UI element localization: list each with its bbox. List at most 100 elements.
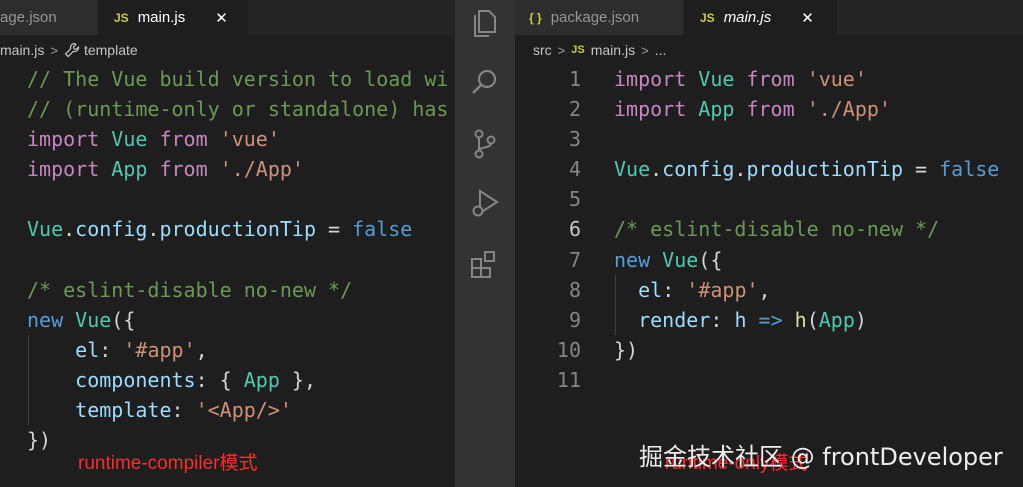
code-token: = [903, 157, 940, 182]
code-token: el [75, 337, 100, 362]
close-icon[interactable]: ✕ [801, 9, 814, 27]
code-token: 'vue' [219, 127, 280, 152]
breadcrumb-item-symbol[interactable]: template [84, 42, 138, 58]
code-token: components [75, 367, 196, 392]
code-line[interactable]: render: h => h(App) [614, 305, 1023, 335]
right-tab-bar: { } package.json JS main.js ✕ [515, 0, 1023, 35]
code-token: import [27, 157, 100, 182]
code-token: => [758, 307, 783, 332]
code-token: // (runtime-only or standalone) has [27, 97, 449, 122]
code-token: from [159, 127, 208, 152]
annotation-label: runtime-compiler模式 [78, 453, 258, 474]
code-token: Vue [75, 307, 112, 332]
js-file-icon: JS [114, 10, 129, 25]
code-token: App [818, 307, 855, 332]
code-editor[interactable]: // The Vue build version to load wi // (r… [0, 64, 455, 455]
code-line[interactable]: // The Vue build version to load wi [27, 64, 455, 94]
code-token: productionTip [159, 217, 317, 242]
code-line[interactable]: // (runtime-only or standalone) has [27, 94, 455, 124]
code-line[interactable]: import App from './App' [27, 154, 455, 184]
code-line[interactable] [614, 184, 1023, 214]
source-control-icon[interactable] [467, 126, 503, 162]
code-token: }) [27, 428, 52, 453]
breadcrumb-item-more[interactable]: ... [655, 42, 667, 58]
code-line[interactable] [27, 245, 455, 275]
json-file-icon: { } [529, 10, 542, 25]
code-token: new [27, 307, 64, 332]
code-line[interactable] [27, 184, 455, 214]
code-line[interactable] [614, 124, 1023, 154]
files-icon[interactable] [467, 4, 503, 40]
search-icon[interactable] [467, 64, 503, 100]
code-line[interactable]: import App from './App' [614, 94, 1023, 124]
activity-bar [455, 0, 515, 487]
wrench-icon [64, 42, 80, 58]
code-token: : [662, 277, 687, 302]
right-editor-pane: { } package.json JS main.js ✕ src > JS m… [515, 0, 1023, 487]
code-line[interactable]: new Vue({ [614, 245, 1023, 275]
tab-package-json[interactable]: { } package.json [515, 0, 683, 35]
breadcrumb-item-folder[interactable]: src [533, 42, 552, 58]
code-token: import [614, 67, 687, 91]
code-token: Vue [111, 127, 148, 152]
close-icon[interactable]: ✕ [215, 9, 228, 27]
code-line[interactable]: import Vue from 'vue' [27, 124, 455, 154]
code-line[interactable]: import Vue from 'vue' [614, 64, 1023, 94]
code-token: , [195, 337, 208, 362]
code-line[interactable]: el: '#app', [27, 335, 455, 365]
code-token: false [939, 157, 1000, 182]
code-token: . [734, 157, 747, 182]
code-token: /* eslint-disable no-new */ [27, 277, 353, 302]
code-line[interactable]: template: '<App/>' [27, 395, 455, 425]
breadcrumb-item-file[interactable]: main.js [591, 42, 635, 58]
run-debug-icon[interactable] [467, 185, 503, 221]
code-line[interactable]: /* eslint-disable no-new */ [27, 275, 455, 305]
chevron-right-icon: > [641, 42, 649, 58]
code-token: import [614, 97, 687, 122]
tab-main-js[interactable]: JS main.js ✕ [98, 0, 248, 35]
code-editor[interactable]: import Vue from 'vue' import App from './… [515, 64, 1023, 395]
code-line[interactable]: components: { App }, [27, 365, 455, 395]
code-token: productionTip [746, 157, 904, 182]
code-line[interactable]: el: '#app', [614, 275, 1023, 305]
tab-package-json[interactable]: age.json [0, 0, 97, 35]
tab-main-js[interactable]: JS main.js ✕ [684, 0, 837, 35]
code-line[interactable]: }) [614, 335, 1023, 365]
code-token: false [352, 217, 413, 242]
code-token: Vue [27, 217, 64, 242]
extensions-icon[interactable] [467, 246, 503, 282]
code-token: render [638, 307, 711, 332]
code-token: '<App/>' [195, 398, 292, 423]
code-token: Vue [662, 247, 699, 272]
breadcrumb-item-file[interactable]: main.js [0, 42, 44, 58]
left-tab-bar: age.json JS main.js ✕ [0, 0, 455, 35]
code-line[interactable]: Vue.config.productionTip = false [27, 214, 455, 244]
code-token: ({ [698, 247, 723, 272]
code-token: el [638, 277, 663, 302]
code-line[interactable]: /* eslint-disable no-new */ [614, 214, 1023, 244]
code-token: h [794, 307, 807, 332]
code-line[interactable]: new Vue({ [27, 305, 455, 335]
code-token: ({ [111, 307, 136, 332]
code-token: './App' [219, 157, 304, 182]
code-line[interactable]: Vue.config.productionTip = false [614, 154, 1023, 184]
code-token: ) [854, 307, 867, 332]
code-line[interactable] [614, 365, 1023, 395]
tab-label: main.js [723, 9, 772, 26]
code-token: ( [806, 307, 819, 332]
code-token: App [243, 367, 280, 392]
